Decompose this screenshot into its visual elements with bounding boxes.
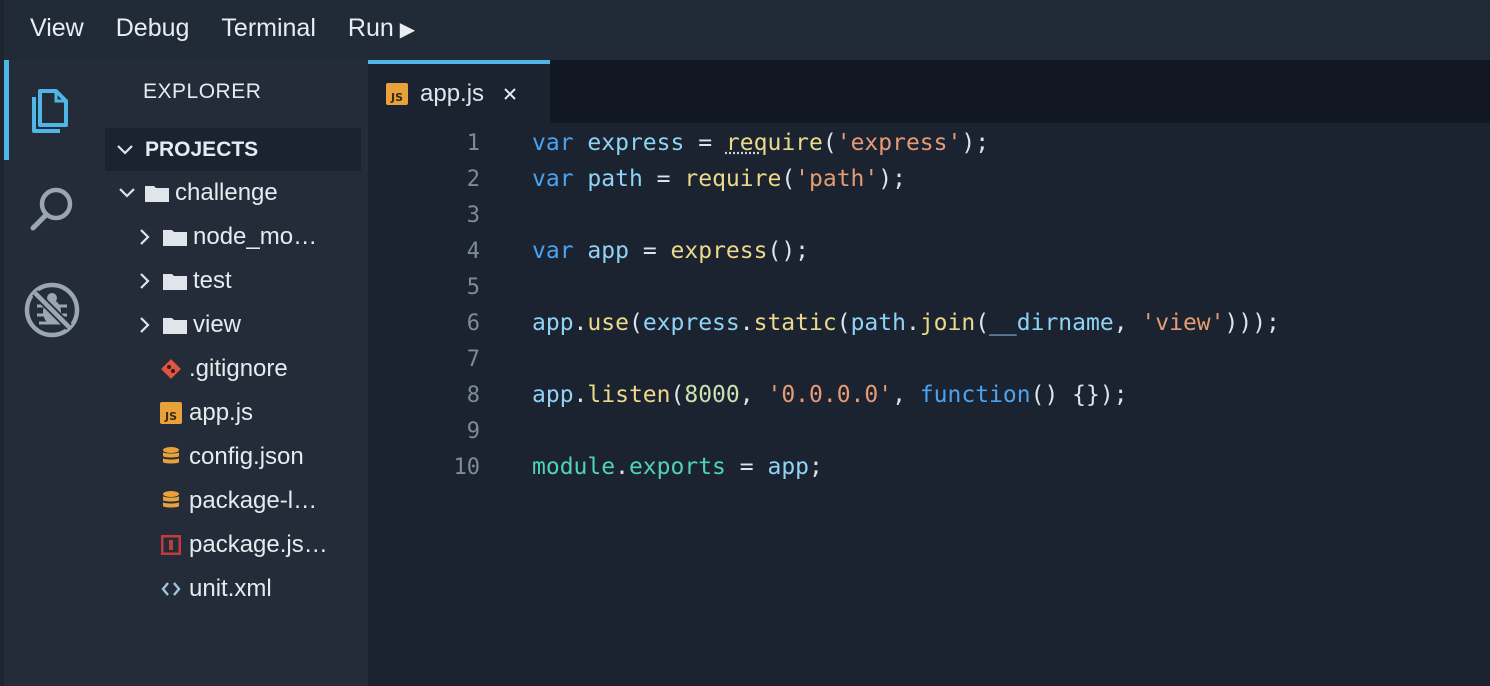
code-text: module.exports = app;	[532, 454, 823, 480]
tree-file-package-json[interactable]: package.js…	[99, 523, 368, 567]
line-number: 5	[466, 274, 480, 300]
close-icon[interactable]	[502, 86, 518, 102]
menu-run[interactable]: Run ▶	[332, 0, 431, 60]
tree-item-label: .gitignore	[189, 355, 288, 382]
line-number: 3	[466, 202, 480, 228]
folder-icon	[163, 313, 187, 337]
js-icon: JS	[386, 82, 408, 105]
code-line: 5	[368, 269, 1490, 305]
tree-file-config-json[interactable]: config.json	[99, 435, 368, 479]
section-label: PROJECTS	[145, 137, 259, 161]
code-line: 7	[368, 341, 1490, 377]
no-bug-icon	[24, 282, 79, 338]
activity-bar	[4, 60, 99, 686]
code-text: app.use(express.static(path.join(__dirna…	[532, 310, 1280, 336]
tree-file-app-js[interactable]: JS app.js	[99, 391, 368, 435]
tree-item-label: node_mo…	[193, 223, 318, 250]
tree-folder-challenge[interactable]: challenge	[99, 171, 368, 215]
line-number: 6	[466, 310, 480, 336]
database-icon	[159, 489, 183, 513]
git-icon	[159, 357, 183, 381]
search-icon	[30, 187, 72, 231]
npm-icon	[159, 533, 183, 557]
tree-folder-node-modules[interactable]: node_mo…	[99, 215, 368, 259]
tab-label: app.js	[420, 79, 485, 107]
code-text: var express = require('express');	[532, 130, 990, 156]
menu-run-label: Run	[347, 14, 394, 42]
code-line: 3	[368, 197, 1490, 233]
js-icon: JS	[159, 401, 183, 425]
chevron-right-icon	[133, 228, 157, 246]
menu-terminal[interactable]: Terminal	[205, 0, 331, 60]
code-editor[interactable]: 1 var express = require('express'); 2 va…	[368, 123, 1490, 686]
menubar: View Debug Terminal Run ▶	[4, 0, 1490, 60]
code-line: 8 app.listen(8000, '0.0.0.0', function()…	[368, 377, 1490, 413]
code-line: 2 var path = require('path');	[368, 161, 1490, 197]
menu-view[interactable]: View	[4, 0, 100, 60]
tree-item-label: unit.xml	[189, 575, 272, 602]
line-number: 1	[466, 130, 480, 156]
section-header-projects[interactable]: PROJECTS	[105, 128, 361, 171]
explorer-sidebar: EXPLORER PROJECTS challenge node_mo… tes…	[99, 60, 368, 686]
code-line: 10 module.exports = app;	[368, 449, 1490, 485]
line-number: 10	[453, 454, 481, 480]
code-text: app.listen(8000, '0.0.0.0', function() {…	[532, 382, 1128, 408]
sidebar-title: EXPLORER	[143, 80, 262, 103]
code-line: 6 app.use(express.static(path.join(__dir…	[368, 305, 1490, 341]
folder-icon	[163, 225, 187, 249]
folder-icon	[163, 269, 187, 293]
tree-folder-view[interactable]: view	[99, 303, 368, 347]
tab-app-js[interactable]: JS app.js	[368, 60, 550, 123]
tree-item-label: app.js	[189, 399, 254, 426]
tree-item-label: view	[193, 311, 242, 338]
code-line: 4 var app = express();	[368, 233, 1490, 269]
tree-file-gitignore[interactable]: .gitignore	[99, 347, 368, 391]
line-number: 2	[466, 166, 480, 192]
code-text: var app = express();	[532, 238, 810, 264]
activity-search-button[interactable]	[4, 160, 99, 260]
chevron-right-icon	[133, 316, 157, 334]
line-number: 4	[466, 238, 480, 264]
folder-icon	[145, 181, 169, 205]
menu-debug[interactable]: Debug	[100, 0, 206, 60]
tree-item-label: challenge	[175, 179, 278, 206]
line-number: 9	[466, 418, 480, 444]
tree-item-label: package-l…	[189, 487, 318, 514]
line-number: 7	[466, 346, 480, 372]
tab-bar: JS app.js	[368, 60, 1490, 123]
code-line: 9	[368, 413, 1490, 449]
js-badge: JS	[160, 402, 182, 424]
database-icon	[159, 445, 183, 469]
code-line: 1 var express = require('express');	[368, 125, 1490, 161]
code-text: var path = require('path');	[532, 166, 906, 192]
editor-area: JS app.js 1 var express = require('expre…	[368, 60, 1490, 686]
tree-item-label: test	[193, 267, 232, 294]
tree-item-label: package.js…	[189, 531, 328, 558]
files-icon	[31, 89, 68, 133]
chevron-down-icon	[105, 144, 145, 156]
ide-window: View Debug Terminal Run ▶ EXPLORER PROJE…	[4, 0, 1490, 686]
line-number: 8	[466, 382, 480, 408]
tree-file-package-lock[interactable]: package-l…	[99, 479, 368, 523]
tree-item-label: config.json	[189, 443, 304, 470]
activity-debug-button[interactable]	[4, 260, 99, 360]
tree-file-unit-xml[interactable]: unit.xml	[99, 567, 368, 611]
chevron-right-icon	[133, 272, 157, 290]
activity-explorer-button[interactable]	[4, 60, 99, 160]
tree-folder-test[interactable]: test	[99, 259, 368, 303]
chevron-down-icon	[115, 187, 139, 199]
play-triangle-icon: ▶	[399, 19, 416, 41]
code-brackets-icon	[159, 577, 183, 601]
